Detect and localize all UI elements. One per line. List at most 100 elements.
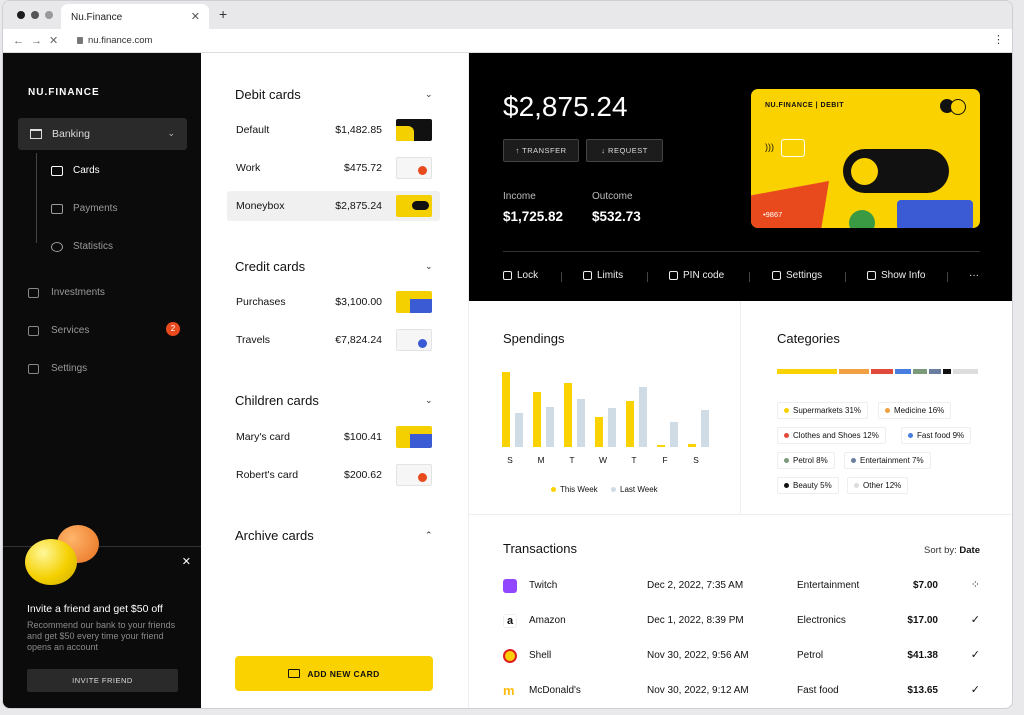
browser-menu-icon[interactable]: ⋮ <box>993 33 1004 46</box>
card-thumbnail <box>396 464 432 486</box>
category-segment <box>895 369 911 374</box>
sidebar-item-services[interactable]: Services <box>28 325 89 336</box>
chat-bubble-yellow-icon <box>25 539 77 585</box>
card-thumbnail <box>396 119 432 141</box>
x-tick-label: S <box>507 455 513 465</box>
category-label: Other <box>863 481 884 490</box>
sidebar-subitem-cards[interactable]: Cards <box>51 165 100 176</box>
card-row-work[interactable]: Work $475.72 <box>227 153 440 183</box>
chevron-down-icon: ⌄ <box>167 128 175 138</box>
category-chip[interactable]: Other 12% <box>847 477 909 494</box>
legend-this-week: This Week <box>551 485 598 494</box>
archive-cards-header[interactable]: Archive cards ⌃ <box>235 528 433 543</box>
children-cards-header[interactable]: Children cards ⌄ <box>235 393 433 408</box>
date: Nov 30, 2022, 9:12 AM <box>647 685 749 696</box>
card-decoration <box>751 181 829 228</box>
card-thumbnail <box>396 157 432 179</box>
category-pct: 5% <box>820 481 832 490</box>
transaction-row[interactable]: m McDonald's Nov 30, 2022, 9:12 AM Fast … <box>503 682 980 702</box>
sidebar-subitem-statistics[interactable]: Statistics <box>51 241 113 252</box>
check-icon: ✓ <box>970 614 980 626</box>
address-bar: ←→✕ nu.finance.com ⋮ <box>3 29 1012 53</box>
category-chip[interactable]: Fast food 9% <box>901 427 972 444</box>
legend-dot <box>611 487 616 492</box>
action-label: PIN code <box>683 270 725 281</box>
request-button[interactable]: ↓ REQUEST <box>586 139 663 162</box>
bar-this-week <box>502 372 510 447</box>
add-card-icon <box>288 669 301 678</box>
invite-friend-button[interactable]: INVITE FRIEND <box>27 669 178 692</box>
sidebar-item-investments[interactable]: Investments <box>28 287 105 298</box>
card-row-mary[interactable]: Mary's card $100.41 <box>227 422 440 452</box>
sidebar-item-label: Services <box>51 325 90 336</box>
spendings-chart: SMTWTFS <box>502 372 709 465</box>
more-button[interactable]: ··· <box>969 270 979 281</box>
sidebar-subitem-payments[interactable]: Payments <box>51 203 117 214</box>
category-chip[interactable]: Medicine 16% <box>878 402 952 419</box>
card-icon <box>51 165 63 176</box>
new-tab-icon[interactable]: + <box>219 6 227 22</box>
transaction-row[interactable]: Shell Nov 30, 2022, 9:56 AM Petrol $41.3… <box>503 647 980 667</box>
balance-amount: $2,875.24 <box>503 91 628 122</box>
transfer-button[interactable]: ↑ TRANSFER <box>503 139 579 162</box>
window-controls[interactable] <box>17 11 53 19</box>
card-amount: $200.62 <box>344 469 382 481</box>
close-icon[interactable]: ✕ <box>182 555 191 568</box>
card-row-moneybox[interactable]: Moneybox $2,875.24 <box>227 191 440 221</box>
card-decoration <box>843 149 949 193</box>
chevron-up-icon: ⌃ <box>425 530 433 540</box>
card-row-purchases[interactable]: Purchases $3,100.00 <box>227 287 440 317</box>
sort-value: Date <box>959 545 980 556</box>
separator <box>647 272 648 282</box>
limits-button[interactable]: Limits <box>583 270 623 281</box>
more-icon: ··· <box>969 270 979 281</box>
transaction-row[interactable]: a Amazon Dec 1, 2022, 8:39 PM Electronic… <box>503 612 980 632</box>
category-chip[interactable]: Beauty 5% <box>777 477 839 494</box>
date: Dec 1, 2022, 8:39 PM <box>647 615 744 626</box>
debit-card-visual[interactable]: NU.FINANCE | DEBIT ))) •9867 <box>751 89 980 228</box>
bar-last-week <box>701 410 709 447</box>
category-chip[interactable]: Supermarkets 31% <box>777 402 869 419</box>
gear-icon <box>772 271 781 280</box>
close-tab-icon[interactable]: ✕ <box>191 10 200 23</box>
income-label: Income <box>503 191 536 202</box>
pin-code-button[interactable]: PIN code <box>669 270 724 281</box>
nav-buttons-icon[interactable]: ←→✕ <box>13 34 65 47</box>
credit-cards-header[interactable]: Credit cards ⌄ <box>235 259 433 274</box>
settings-button[interactable]: Settings <box>772 270 822 281</box>
card-row-robert[interactable]: Robert's card $200.62 <box>227 460 440 490</box>
card-amount: $2,875.24 <box>335 200 382 212</box>
add-new-card-button[interactable]: ADD NEW CARD <box>235 656 433 691</box>
services-badge: 2 <box>166 322 180 336</box>
section-title: Children cards <box>235 393 319 408</box>
lock-button[interactable]: Lock <box>503 270 538 281</box>
category-segment <box>871 369 893 374</box>
contactless-icon: ))) <box>765 142 774 152</box>
category-label: Supermarkets <box>793 406 843 415</box>
category-chip[interactable]: Clothes and Shoes 12% <box>777 427 886 444</box>
transaction-row[interactable]: Twitch Dec 2, 2022, 7:35 AM Entertainmen… <box>503 577 980 597</box>
show-info-button[interactable]: Show Info <box>867 270 925 281</box>
card-row-default[interactable]: Default $1,482.85 <box>227 115 440 145</box>
category-chip[interactable]: Entertainment 7% <box>844 452 931 469</box>
category-chip[interactable]: Petrol 8% <box>777 452 835 469</box>
browser-tab[interactable]: Nu.Finance ✕ <box>61 4 209 29</box>
chevron-down-icon: ⌄ <box>425 395 433 405</box>
promo-text: Recommend our bank to your friends and g… <box>27 620 176 652</box>
card-decoration <box>849 210 875 228</box>
action-label: Lock <box>517 270 539 281</box>
debit-cards-header[interactable]: Debit cards ⌄ <box>235 87 433 102</box>
url-field[interactable]: nu.finance.com <box>77 35 152 46</box>
tab-bar: Nu.Finance ✕ + <box>3 1 1012 29</box>
sidebar-item-banking[interactable]: Banking ⌄ <box>18 118 187 150</box>
loading-icon: ⁘ <box>970 579 980 591</box>
x-tick-label: T <box>631 455 636 465</box>
sort-dropdown[interactable]: Sort by: Date <box>924 545 980 556</box>
sidebar-item-settings[interactable]: Settings <box>28 363 87 374</box>
section-title: Debit cards <box>235 87 301 102</box>
bar-last-week <box>515 413 523 447</box>
card-row-travels[interactable]: Travels €7,824.24 <box>227 325 440 355</box>
spendings-title: Spendings <box>503 331 565 346</box>
card-decoration <box>897 200 973 228</box>
bar-this-week <box>657 445 665 447</box>
